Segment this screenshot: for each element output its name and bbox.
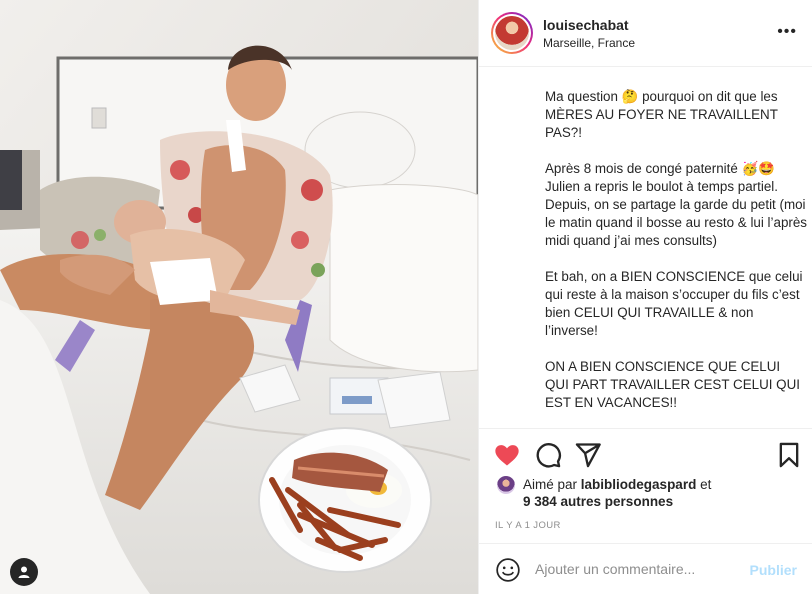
comment-bar: Publier: [479, 543, 812, 594]
liker-username-link[interactable]: labibliodegaspard: [581, 477, 697, 492]
more-horizontal-icon[interactable]: •••: [777, 24, 797, 40]
heart-filled-icon[interactable]: [493, 441, 521, 469]
bookmark-icon[interactable]: [775, 441, 803, 469]
likes-summary: Aimé par labibliodegaspard et: [497, 476, 711, 494]
location-link[interactable]: Marseille, France: [543, 36, 635, 50]
photo-illustration: [0, 0, 478, 594]
user-tag-icon[interactable]: [10, 558, 38, 586]
post-timestamp[interactable]: IL Y A 1 JOUR: [495, 520, 561, 531]
post-header: louisechabat Marseille, France •••: [479, 0, 812, 67]
comment-input[interactable]: [535, 558, 735, 580]
likes-prefix: Aimé par: [523, 477, 578, 492]
publish-button[interactable]: Publier: [750, 562, 797, 578]
likes-suffix: et: [700, 477, 712, 492]
caption-paragraph: Et bah, on a BIEN CONSCIENCE que celui q…: [545, 269, 803, 338]
likes-count-link[interactable]: 9 384 autres personnes: [523, 494, 673, 509]
liker-avatar[interactable]: [497, 476, 515, 494]
username-link[interactable]: louisechabat: [543, 17, 629, 33]
post-caption: Ma question 🤔 pourquoi on dit que les MÈ…: [545, 88, 807, 430]
caption-paragraph: ON A BIEN CONSCIENCE QUE CELUI QUI PART …: [545, 359, 800, 410]
send-paper-plane-icon[interactable]: [574, 441, 602, 469]
avatar[interactable]: [491, 12, 533, 54]
smiley-face-icon[interactable]: [495, 557, 521, 583]
caption-paragraph: Ma question 🤔 pourquoi on dit que les MÈ…: [545, 89, 778, 140]
post-panel: louisechabat Marseille, France ••• Ma qu…: [478, 0, 812, 594]
comment-bubble-icon[interactable]: [534, 441, 562, 469]
post-actions: Aimé par labibliodegaspard et 9 384 autr…: [479, 428, 812, 543]
post-photo[interactable]: [0, 0, 478, 594]
caption-paragraph: Après 8 mois de congé paternité 🥳🤩 Julie…: [545, 161, 808, 248]
